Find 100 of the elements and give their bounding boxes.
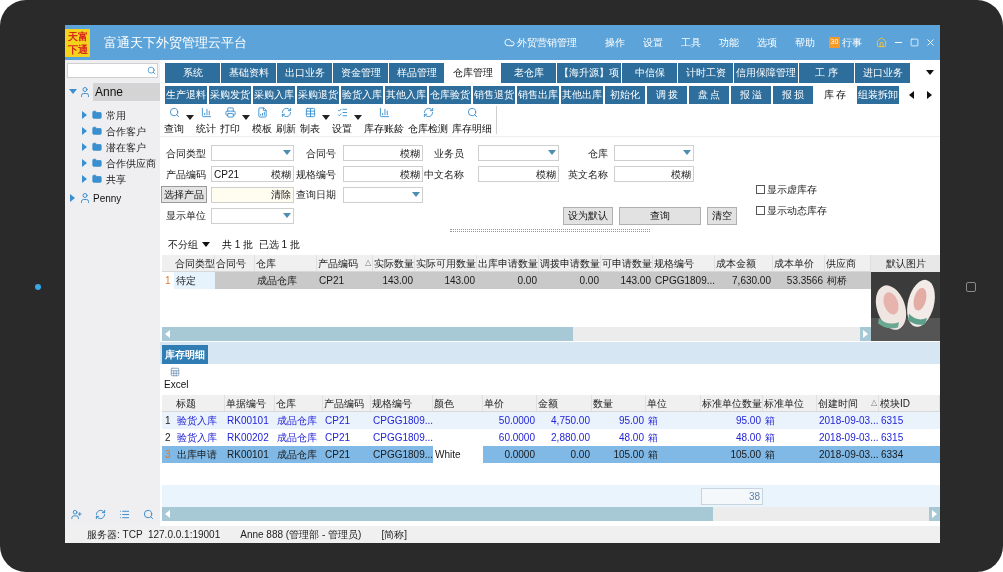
- module-tab[interactable]: 老仓库: [501, 62, 556, 83]
- sub-tab[interactable]: 销售出库: [517, 85, 559, 104]
- field-action[interactable]: 清除: [271, 187, 291, 203]
- expand-caret-icon[interactable]: [69, 194, 77, 202]
- column-header[interactable]: 单价: [483, 395, 537, 411]
- checkbox[interactable]: [756, 206, 765, 215]
- splitter-handle[interactable]: [450, 228, 650, 232]
- field-action[interactable]: 模糊: [671, 166, 691, 182]
- column-header[interactable]: 实际数量: [373, 255, 415, 271]
- scrollbar-thumb[interactable]: [173, 327, 573, 341]
- column-header[interactable]: 成本金额: [715, 255, 773, 271]
- expand-caret-icon[interactable]: [81, 111, 89, 119]
- module-tab[interactable]: 基础资料: [221, 62, 276, 83]
- column-header[interactable]: 创建时间 △: [817, 395, 879, 411]
- search-icon[interactable]: [142, 508, 154, 520]
- expand-caret-icon[interactable]: [81, 127, 89, 135]
- table-row[interactable]: 1 验货入库 RK00101 成品仓库 CP21 CPGG1809... 50.0000 4,750.00 95.00 箱 95.00 箱 2018-09-03... 6315: [162, 412, 940, 429]
- sub-tab[interactable]: 其他出库: [561, 85, 603, 104]
- sub-tab[interactable]: 报 损: [773, 85, 813, 104]
- sub-tab[interactable]: 生产退料: [165, 85, 207, 104]
- form-button[interactable]: 查询: [619, 206, 701, 225]
- sub-tab[interactable]: 采购发货: [209, 85, 251, 104]
- column-header[interactable]: 模块ID: [879, 395, 940, 411]
- expand-caret-icon[interactable]: [81, 143, 89, 151]
- tree-item[interactable]: 潜在客户: [106, 139, 146, 155]
- dropdown-field[interactable]: [211, 145, 294, 162]
- column-header[interactable]: 默认图片: [871, 255, 940, 272]
- dropdown-field[interactable]: [343, 186, 423, 203]
- dropdown-caret-icon[interactable]: [242, 114, 250, 122]
- sub-tab[interactable]: 采购入库: [253, 85, 295, 104]
- module-tab[interactable]: 计时工资: [678, 62, 733, 83]
- input-field[interactable]: CP21 模糊: [211, 166, 294, 183]
- tree-item[interactable]: Anne: [93, 83, 160, 101]
- module-tab[interactable]: 样品管理: [389, 62, 444, 83]
- field-action[interactable]: 模糊: [271, 166, 291, 182]
- column-header[interactable]: 产品编码 △: [317, 255, 373, 271]
- toolbar-button[interactable]: 刷新: [274, 106, 298, 136]
- tree-item[interactable]: Penny: [93, 190, 122, 206]
- checkbox[interactable]: [756, 185, 765, 194]
- column-header[interactable]: 合同类型: [174, 255, 215, 271]
- sub-tab[interactable]: 销售退货: [473, 85, 515, 104]
- expand-caret-icon[interactable]: [81, 175, 89, 183]
- dropdown-field[interactable]: [478, 145, 559, 162]
- sub-tab[interactable]: 采购退货: [297, 85, 339, 104]
- search-icon[interactable]: [147, 66, 156, 75]
- tree-item[interactable]: 合作客户: [106, 123, 146, 139]
- dropdown-caret-icon[interactable]: [354, 114, 362, 122]
- search-field[interactable]: [67, 63, 158, 78]
- column-header[interactable]: 出库申请数量: [477, 255, 539, 271]
- column-header[interactable]: 产品编码: [323, 395, 371, 411]
- table-row[interactable]: 1 待定 成品仓库 CP21 143.00 143.00 0.00 0.00 143.00 CPGG1809... 7,630.00 53.3566 柯桥: [162, 272, 871, 289]
- horizontal-scrollbar[interactable]: [162, 507, 940, 521]
- column-header[interactable]: 数量: [592, 395, 646, 411]
- column-header[interactable]: 仓库: [255, 255, 317, 271]
- field-action[interactable]: 模糊: [400, 166, 420, 182]
- home-button[interactable]: [966, 282, 976, 292]
- list-icon[interactable]: [118, 508, 130, 520]
- module-tab[interactable]: 工 序: [799, 62, 854, 83]
- collapse-caret-icon[interactable]: [69, 88, 77, 96]
- column-header[interactable]: 标准单位数量: [701, 395, 763, 411]
- module-tab[interactable]: 【海升源】项: [557, 62, 621, 83]
- module-tab[interactable]: 出口业务: [277, 62, 332, 83]
- field-action[interactable]: 模糊: [400, 145, 420, 161]
- form-button[interactable]: 设为默认: [563, 206, 613, 225]
- toolbar-button[interactable]: 统计: [194, 106, 218, 136]
- dropdown-caret-icon[interactable]: [322, 114, 330, 122]
- module-tab[interactable]: 中信保: [622, 62, 677, 83]
- toolbar-button[interactable]: 仓库检测: [406, 106, 450, 136]
- module-tab[interactable]: 信用保障管理: [734, 62, 798, 83]
- dropdown-caret-icon[interactable]: [186, 114, 194, 122]
- column-header[interactable]: 颜色: [433, 395, 483, 411]
- toolbar-button[interactable]: 库存账龄: [362, 106, 406, 136]
- column-header[interactable]: 可申请数量: [601, 255, 653, 271]
- input-field[interactable]: 模糊: [614, 166, 694, 183]
- column-header[interactable]: 仓库: [275, 395, 323, 411]
- right-arrow-icon[interactable]: [926, 90, 934, 99]
- sub-tab[interactable]: 其他入库: [385, 85, 427, 104]
- dropdown-caret-icon[interactable]: [926, 68, 934, 77]
- input-field[interactable]: 模糊: [478, 166, 559, 183]
- input-field[interactable]: 模糊: [343, 145, 423, 162]
- sub-tab[interactable]: 调 拨: [647, 85, 687, 104]
- form-button[interactable]: 清空: [707, 206, 737, 225]
- toolbar-button[interactable]: 查询: [162, 106, 186, 136]
- sub-tab[interactable]: 盘 点: [689, 85, 729, 104]
- column-header[interactable]: 金额: [537, 395, 592, 411]
- excel-export-button[interactable]: Excel: [164, 367, 940, 392]
- dropdown-field[interactable]: [614, 145, 694, 162]
- maximize-icon[interactable]: [910, 38, 919, 47]
- column-header[interactable]: 标准单位: [763, 395, 817, 411]
- module-tab[interactable]: 资金管理: [333, 62, 388, 83]
- field-action[interactable]: 模糊: [536, 166, 556, 182]
- input-field[interactable]: 清除: [211, 186, 294, 203]
- column-header[interactable]: 标题: [175, 395, 225, 411]
- toolbar-button[interactable]: 制表: [298, 106, 322, 136]
- column-header[interactable]: 规格编号: [371, 395, 433, 411]
- input-field[interactable]: 模糊: [343, 166, 423, 183]
- sub-tab[interactable]: 组装拆卸: [857, 85, 899, 104]
- dropdown-caret-icon[interactable]: [202, 240, 210, 249]
- panel-tab[interactable]: 库存明细: [162, 345, 208, 364]
- sub-tab[interactable]: 验货入库: [341, 85, 383, 104]
